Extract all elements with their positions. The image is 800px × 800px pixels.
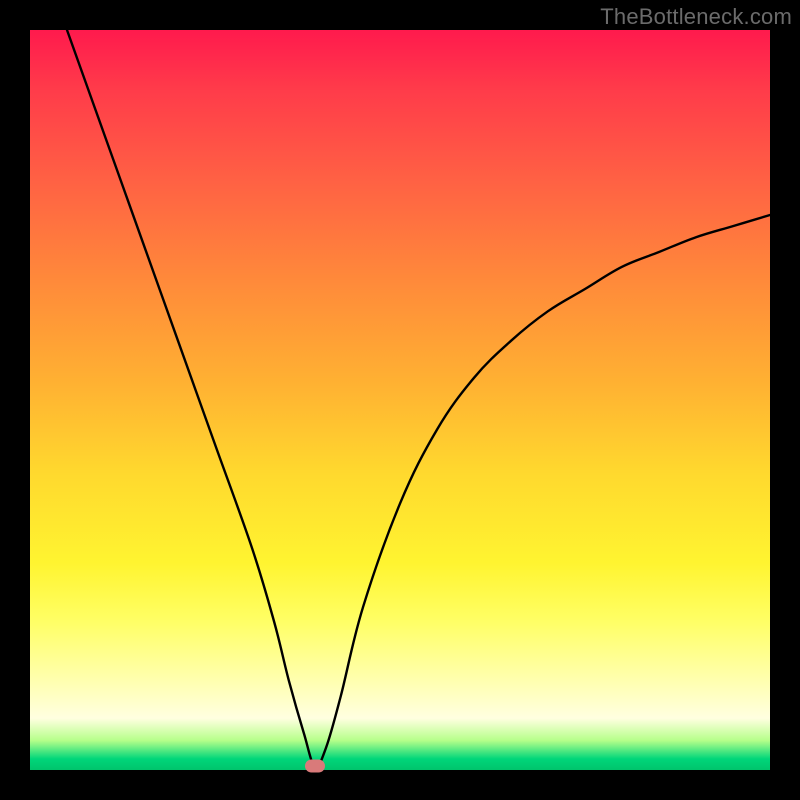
watermark-text: TheBottleneck.com [600, 4, 792, 30]
plot-area [30, 30, 770, 770]
optimal-point-marker [305, 760, 325, 773]
chart-frame: TheBottleneck.com [0, 0, 800, 800]
bottleneck-curve [30, 30, 770, 770]
